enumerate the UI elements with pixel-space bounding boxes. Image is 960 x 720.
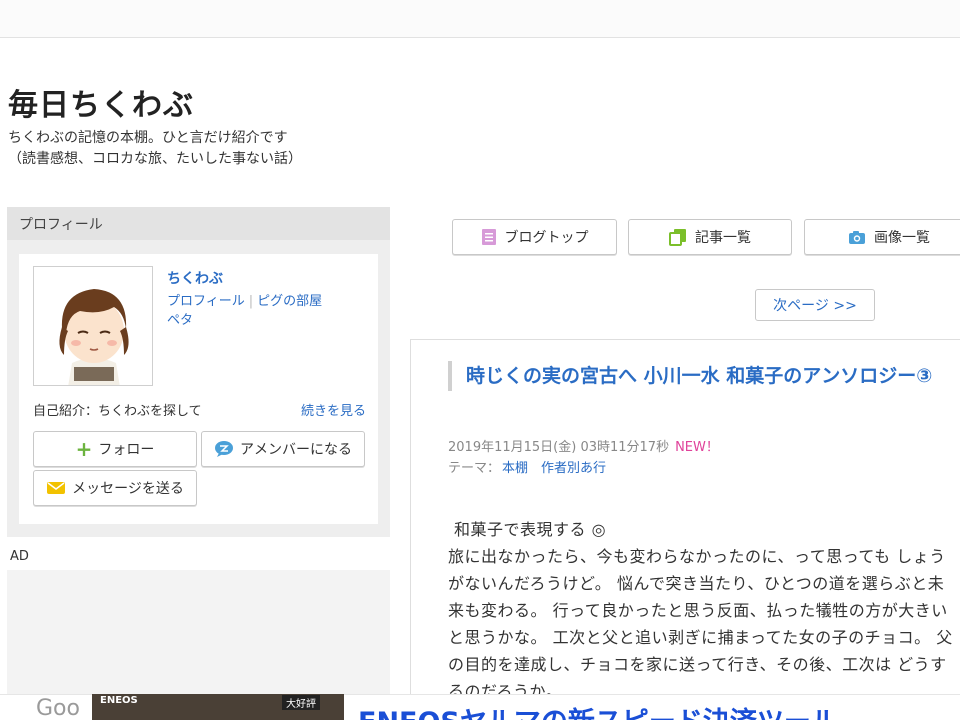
profile-links: プロフィール | ピグの部屋 ペタ <box>167 292 367 330</box>
image-list-button[interactable]: 画像一覧 <box>804 219 960 255</box>
image-list-label: 画像一覧 <box>874 230 930 246</box>
article-title[interactable]: 時じくの実の宮古へ 小川一水 和菓子のアンソロジー③ <box>448 361 960 391</box>
article-date: 2019年11月15日(金) 03時11分17秒 NEW！ <box>448 436 719 455</box>
ad-label: AD <box>10 549 29 564</box>
profile-name[interactable]: ちくわぶ <box>167 268 223 288</box>
article-list-button[interactable]: 記事一覧 <box>628 219 792 255</box>
amember-button[interactable]: アメンバーになる <box>201 431 365 467</box>
theme-link[interactable]: 本棚 作者別あ行 <box>502 461 606 476</box>
chat-bubble-icon <box>215 441 233 457</box>
article-body-line1: 和菓子で表現する ◎ <box>454 520 607 539</box>
blog-title[interactable]: 毎日ちくわぶ <box>8 80 194 124</box>
avatar[interactable] <box>33 266 153 386</box>
blog-top-button[interactable]: ブログトップ <box>452 219 617 255</box>
ad-headline[interactable]: ENEOSヤルマの新スピード決済ツール <box>358 700 838 720</box>
ad-tag: 大好評 <box>282 695 320 710</box>
envelope-icon <box>47 482 66 494</box>
article-theme: テーマ： 本棚 作者別あ行 <box>448 457 606 476</box>
link-separator: | <box>248 294 254 309</box>
message-label: メッセージを送る <box>72 481 184 497</box>
amember-label: アメンバーになる <box>240 442 352 458</box>
theme-label: テーマ： <box>448 461 501 476</box>
article-timestamp: 2019年11月15日(金) 03時11分17秒 <box>448 440 670 455</box>
profile-link[interactable]: プロフィール <box>167 294 245 309</box>
copy-pages-icon <box>669 229 686 246</box>
article-list-label: 記事一覧 <box>695 230 751 246</box>
next-page-button[interactable]: 次ページ >> <box>755 289 875 321</box>
send-message-button[interactable]: メッセージを送る <box>33 470 197 506</box>
read-more-link[interactable]: 続きを見る <box>301 400 366 419</box>
plus-icon: + <box>75 437 93 461</box>
document-icon <box>481 229 496 245</box>
avatar-character-icon <box>34 267 152 385</box>
pig-room-link[interactable]: ピグの部屋 <box>257 294 322 309</box>
follow-label: フォロー <box>98 442 155 458</box>
google-logo: Goo <box>36 696 80 720</box>
camera-icon <box>849 231 865 244</box>
follow-button[interactable]: + フォロー <box>33 431 197 467</box>
blog-description: ちくわぶの記憶の本棚。ひと言だけ紹介です （読書感想、コロカな旅、たいした事ない… <box>8 128 428 170</box>
blog-description-line2: （読書感想、コロカな旅、たいした事ない話） <box>8 151 302 167</box>
article-body: 和菓子で表現する ◎ 旅に出なかったら、今も変わらなかったのに、って思っても し… <box>448 516 956 705</box>
new-badge: NEW！ <box>675 440 719 455</box>
ad-brand: ENEOS <box>100 695 138 706</box>
peta-link[interactable]: ペタ <box>167 313 193 328</box>
profile-panel: プロフィール ちくわぶ プロフィール | ピグの部屋 ペタ 自己紹介：ちくわぶを… <box>7 207 390 537</box>
article-body-paragraph: 旅に出なかったら、今も変わらなかったのに、って思っても しょうがないんだろうけど… <box>448 547 953 701</box>
self-intro: 自己紹介：ちくわぶを探して <box>33 404 202 419</box>
profile-card: ちくわぶ プロフィール | ピグの部屋 ペタ 自己紹介：ちくわぶを探して 続きを見る… <box>19 254 378 524</box>
top-header-bar <box>0 0 960 38</box>
ad-area[interactable] <box>7 570 390 695</box>
blog-description-line1: ちくわぶの記憶の本棚。ひと言だけ紹介です <box>8 130 288 146</box>
blog-top-label: ブログトップ <box>504 230 589 246</box>
profile-header: プロフィール <box>7 207 390 240</box>
